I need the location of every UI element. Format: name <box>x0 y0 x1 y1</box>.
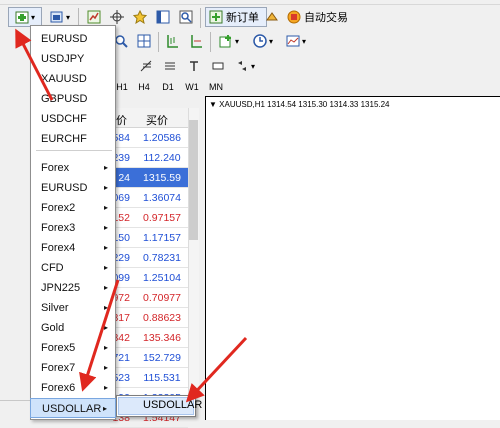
annotation-arrow-to-new-chart <box>15 28 54 101</box>
annotation-arrow-to-usdollar <box>79 279 120 392</box>
annotation-arrow-to-submenu <box>185 336 248 403</box>
annotation-overlay <box>15 28 248 403</box>
